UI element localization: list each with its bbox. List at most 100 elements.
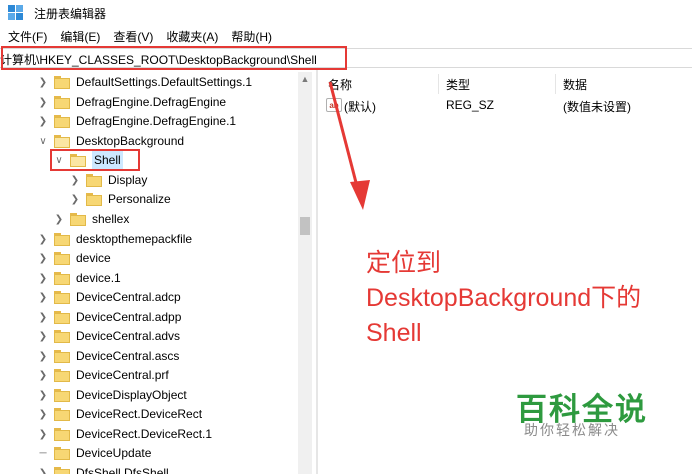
column-separator[interactable] (438, 74, 439, 94)
tree-item[interactable]: ❯ DefragEngine.DefragEngine.1 (38, 111, 236, 131)
folder-icon (54, 427, 70, 441)
folder-icon (54, 466, 70, 474)
folder-icon (54, 388, 70, 402)
tree-item[interactable]: ❯ DeviceCentral.adpp (38, 307, 182, 327)
window-title: 注册表编辑器 (34, 6, 107, 21)
tree-item[interactable]: ❯ DefragEngine.DefragEngine (38, 92, 226, 112)
tree-item[interactable]: ❯ device.1 (38, 268, 121, 288)
tree-item-label: shellex (92, 212, 130, 226)
chevron-right-icon[interactable]: ❯ (38, 116, 48, 127)
tree-item-label: DeviceCentral.adpp (76, 310, 182, 324)
menu-edit[interactable]: 编辑(E) (52, 27, 105, 47)
tree-item[interactable]: ❯ DeviceCentral.ascs (38, 346, 180, 366)
folder-icon (86, 192, 102, 206)
tree-item[interactable]: ❯ DeviceRect.DeviceRect (38, 404, 202, 424)
tree-item[interactable]: ❯ DeviceCentral.adcp (38, 287, 181, 307)
chevron-down-icon[interactable]: ∨ (38, 136, 48, 147)
tree-item-label: Personalize (108, 192, 171, 206)
tree-item[interactable]: ❯ DeviceCentral.prf (38, 365, 169, 385)
tree-item-label: DefragEngine.DefragEngine (76, 95, 227, 109)
tree-item[interactable]: ❯ Display (70, 170, 148, 190)
tree-item-label: DeviceCentral.ascs (76, 349, 180, 363)
chevron-right-icon[interactable]: ❯ (38, 331, 48, 342)
column-separator[interactable] (555, 74, 556, 94)
tree-item-label: DeviceCentral.adcp (76, 290, 181, 304)
column-data[interactable]: 数据 (563, 76, 587, 93)
tree-item-label: DefragEngine.DefragEngine.1 (76, 114, 237, 128)
tree-item-label: device.1 (76, 271, 121, 285)
folder-icon (54, 368, 70, 382)
tree-item-label: DeviceUpdate (76, 446, 152, 460)
chevron-right-icon[interactable]: ❯ (38, 77, 48, 88)
tree-item-label: device (76, 251, 111, 265)
column-type[interactable]: 类型 (446, 76, 470, 93)
menu-favorites[interactable]: 收藏夹(A) (158, 27, 223, 47)
folder-icon (54, 75, 70, 89)
folder-icon (70, 212, 86, 226)
folder-icon (86, 173, 102, 187)
tree-item-desktopbackground[interactable]: ∨ DesktopBackground (38, 131, 184, 151)
tree-item[interactable]: ❯ DfsShell.DfsShell (38, 463, 169, 474)
folder-icon (54, 349, 70, 363)
chevron-right-icon[interactable]: ❯ (38, 390, 48, 401)
chevron-right-icon[interactable]: ❯ (38, 292, 48, 303)
chevron-right-icon[interactable]: ❯ (38, 351, 48, 362)
tree-item-label: DeviceRect.DeviceRect.1 (76, 427, 213, 441)
tree-item[interactable]: ─ DeviceUpdate (38, 443, 151, 463)
chevron-right-icon[interactable]: ❯ (38, 253, 48, 264)
chevron-right-icon[interactable]: ❯ (38, 429, 48, 440)
tree-item-label: desktopthemepackfile (76, 232, 193, 246)
tree-item-label: DeviceCentral.advs (76, 329, 181, 343)
folder-icon (54, 407, 70, 421)
chevron-right-icon[interactable]: ❯ (38, 409, 48, 420)
tree-item[interactable]: ❯ shellex (54, 209, 130, 229)
tree-item[interactable]: ❯ DeviceDisplayObject (38, 385, 187, 405)
tree-item-label: DeviceDisplayObject (76, 388, 187, 402)
menu-help[interactable]: 帮助(H) (223, 27, 277, 47)
annotation-line-1: 定位到 (366, 249, 442, 277)
tree-item[interactable]: ❯ desktopthemepackfile (38, 229, 192, 249)
chevron-right-icon[interactable]: ❯ (38, 370, 48, 381)
menu-file[interactable]: 文件(F) (0, 27, 52, 47)
tree-item[interactable]: ❯ Personalize (70, 189, 171, 209)
folder-icon (54, 232, 70, 246)
folder-icon (54, 310, 70, 324)
watermark-tagline: 助你轻松解决 (524, 422, 620, 438)
chevron-right-icon[interactable]: ❯ (38, 312, 48, 323)
tree-item-label: Display (108, 173, 148, 187)
folder-icon (54, 251, 70, 265)
tree-item[interactable]: ❯ DeviceRect.DeviceRect.1 (38, 424, 212, 444)
chevron-right-icon[interactable]: ❯ (38, 468, 48, 474)
chevron-right-icon[interactable]: ❯ (70, 175, 80, 186)
registry-editor-icon (8, 5, 24, 21)
tree-item-label: DeviceCentral.prf (76, 368, 169, 382)
annotation-line-3: Shell (366, 319, 422, 347)
chevron-right-icon[interactable]: ❯ (38, 273, 48, 284)
annotation-arrow (328, 81, 370, 210)
chevron-right-icon[interactable]: ❯ (54, 214, 64, 225)
chevron-right-icon[interactable]: ❯ (70, 194, 80, 205)
menu-view[interactable]: 查看(V) (105, 27, 158, 47)
tree-item-label: DfsShell.DfsShell (76, 466, 169, 474)
address-highlight-box (1, 46, 347, 70)
folder-icon (54, 114, 70, 128)
folder-icon (54, 95, 70, 109)
tree-item-label: DefaultSettings.DefaultSettings.1 (76, 75, 253, 89)
shell-highlight-box (50, 149, 140, 171)
folder-icon (54, 329, 70, 343)
scroll-up-arrow-icon[interactable]: ▲ (298, 72, 312, 86)
menu-bar: 文件(F) 编辑(E) 查看(V) 收藏夹(A) 帮助(H) (0, 27, 692, 47)
tree-scrollbar[interactable]: ▲ (298, 72, 312, 474)
folder-open-icon (54, 134, 70, 148)
tree-item[interactable]: ❯ device (38, 248, 111, 268)
tree-connector: ─ (39, 447, 47, 459)
chevron-right-icon[interactable]: ❯ (38, 97, 48, 108)
tree-item[interactable]: ❯ DefaultSettings.DefaultSettings.1 (38, 72, 252, 92)
folder-icon (54, 271, 70, 285)
tree-item[interactable]: ❯ DeviceCentral.advs (38, 326, 180, 346)
registry-tree[interactable]: ❯ DefaultSettings.DefaultSettings.1 ❯ De… (0, 70, 314, 474)
chevron-right-icon[interactable]: ❯ (38, 234, 48, 245)
scroll-thumb[interactable] (300, 217, 310, 235)
tree-item-label: DeviceRect.DeviceRect (76, 407, 203, 421)
tree-item-label: DesktopBackground (76, 134, 185, 148)
